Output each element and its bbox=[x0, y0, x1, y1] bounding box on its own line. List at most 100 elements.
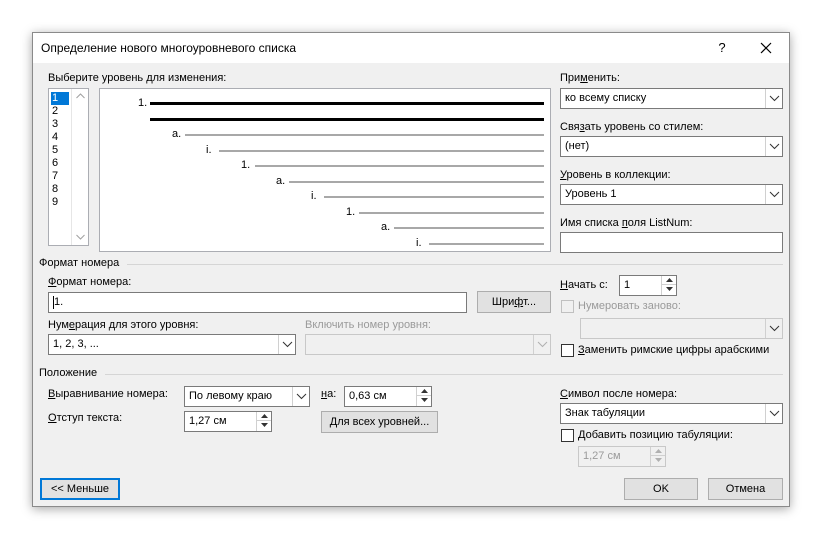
aligned-at-label: на: bbox=[321, 388, 337, 400]
spin-up-icon[interactable] bbox=[655, 449, 662, 453]
level-select-label: Выберите уровень для изменения: bbox=[48, 72, 227, 84]
preview-number: i. bbox=[311, 190, 317, 202]
spin-up-icon[interactable] bbox=[421, 389, 428, 393]
number-format-section: Формат номера bbox=[39, 257, 783, 271]
text-indent-value: 1,27 см bbox=[189, 415, 227, 427]
less-button[interactable]: << Меньше bbox=[40, 478, 120, 500]
level-item[interactable]: 2 bbox=[51, 105, 69, 118]
ok-button[interactable]: OK bbox=[624, 478, 698, 500]
apply-label: Применить: bbox=[560, 72, 620, 84]
preview-row bbox=[100, 113, 552, 125]
chevron-down-icon bbox=[769, 95, 780, 102]
scroll-up-icon[interactable] bbox=[76, 93, 85, 99]
aligned-at-input[interactable]: 0,63 см bbox=[344, 386, 432, 407]
preview-text-line bbox=[394, 227, 544, 229]
level-listbox[interactable]: 123456789 bbox=[48, 88, 89, 246]
font-button[interactable]: Шрифт... bbox=[477, 291, 551, 313]
spin-down-icon[interactable] bbox=[421, 398, 428, 402]
dialog-title: Определение нового многоуровневого списк… bbox=[41, 41, 297, 55]
preview-text-line bbox=[359, 211, 544, 214]
section-divider bbox=[127, 264, 783, 265]
multilevel-list-dialog: Определение нового многоуровневого списк… bbox=[32, 32, 790, 507]
spin-down-icon[interactable] bbox=[666, 287, 673, 291]
include-level-select[interactable] bbox=[305, 334, 551, 355]
level-item[interactable]: 6 bbox=[51, 157, 69, 170]
level-item[interactable]: 5 bbox=[51, 144, 69, 157]
level-item[interactable]: 1 bbox=[51, 92, 69, 105]
cancel-button[interactable]: Отмена bbox=[708, 478, 783, 500]
help-button[interactable]: ? bbox=[711, 37, 733, 59]
chevron-down-icon bbox=[282, 341, 293, 348]
start-at-spinner[interactable] bbox=[661, 276, 676, 295]
preview-text-line bbox=[219, 149, 544, 152]
level-item[interactable]: 8 bbox=[51, 183, 69, 196]
level-item[interactable]: 9 bbox=[51, 196, 69, 209]
link-style-select[interactable]: (нет) bbox=[560, 136, 783, 157]
spin-down-icon[interactable] bbox=[261, 423, 268, 427]
legal-style-checkbox[interactable] bbox=[561, 344, 574, 357]
alignment-label: Выравнивание номера: bbox=[48, 388, 168, 400]
preview-text-line bbox=[289, 180, 544, 183]
add-tab-label: Добавить позицию табуляции: bbox=[578, 429, 733, 441]
spin-up-icon[interactable] bbox=[261, 414, 268, 418]
level-item[interactable]: 4 bbox=[51, 131, 69, 144]
level-item[interactable]: 3 bbox=[51, 118, 69, 131]
apply-value: ко всему списку bbox=[565, 92, 647, 104]
follow-number-label: Символ после номера: bbox=[560, 388, 678, 400]
chevron-down-icon bbox=[296, 393, 307, 400]
text-indent-spinner[interactable] bbox=[256, 412, 271, 431]
start-at-input[interactable]: 1 bbox=[619, 275, 677, 296]
start-at-label: Начать с: bbox=[560, 279, 608, 291]
apply-select[interactable]: ко всему списку bbox=[560, 88, 783, 109]
preview-row: 1. bbox=[100, 206, 552, 218]
preview-number: a. bbox=[381, 221, 391, 233]
tab-position-input[interactable]: 1,27 см bbox=[578, 446, 666, 467]
position-section: Положение bbox=[39, 367, 783, 381]
format-input[interactable]: 1. bbox=[48, 292, 467, 313]
link-style-value: (нет) bbox=[565, 140, 590, 152]
restart-select[interactable] bbox=[580, 318, 783, 339]
spin-up-icon[interactable] bbox=[666, 278, 673, 282]
tab-position-spinner[interactable] bbox=[650, 447, 665, 466]
chevron-down-icon bbox=[769, 143, 780, 150]
title-bar: Определение нового многоуровневого списк… bbox=[33, 33, 789, 63]
add-tab-checkbox[interactable] bbox=[561, 429, 574, 442]
chevron-down-icon bbox=[769, 191, 780, 198]
follow-number-select[interactable]: Знак табуляции bbox=[560, 403, 783, 424]
text-indent-input[interactable]: 1,27 см bbox=[184, 411, 272, 432]
gallery-level-select[interactable]: Уровень 1 bbox=[560, 184, 783, 205]
legal-style-label: Заменить римские цифры арабскими bbox=[578, 344, 770, 356]
aligned-at-spinner[interactable] bbox=[416, 387, 431, 406]
level-item[interactable]: 7 bbox=[51, 170, 69, 183]
chevron-down-icon bbox=[769, 325, 780, 332]
preview-row: i. bbox=[100, 144, 552, 156]
listnum-input[interactable] bbox=[560, 232, 783, 253]
preview-number: 1. bbox=[346, 205, 356, 218]
preview-text-line bbox=[324, 196, 544, 198]
include-level-label: Включить номер уровня: bbox=[305, 319, 431, 331]
set-all-levels-button[interactable]: Для всех уровней... bbox=[321, 411, 438, 433]
link-style-label: Связать уровень со стилем: bbox=[560, 121, 704, 133]
number-style-select[interactable]: 1, 2, 3, ... bbox=[48, 334, 296, 355]
format-label: Формат номера: bbox=[48, 276, 132, 288]
start-at-value: 1 bbox=[624, 279, 631, 291]
alignment-select[interactable]: По левому краю bbox=[184, 386, 310, 407]
preview-row: a. bbox=[100, 128, 552, 140]
preview-text-line bbox=[150, 102, 544, 105]
gallery-level-value: Уровень 1 bbox=[565, 188, 617, 200]
preview-number: i. bbox=[416, 236, 422, 249]
preview-row: a. bbox=[100, 175, 552, 187]
listnum-label: Имя списка поля ListNum: bbox=[560, 217, 693, 229]
spin-down-icon[interactable] bbox=[655, 458, 662, 462]
scroll-down-icon[interactable] bbox=[76, 234, 85, 240]
tab-position-value: 1,27 см bbox=[583, 450, 621, 462]
preview-number: i. bbox=[206, 143, 212, 156]
close-icon bbox=[760, 42, 772, 54]
restart-checkbox[interactable] bbox=[561, 300, 574, 313]
close-button[interactable] bbox=[751, 37, 781, 59]
number-style-label: Нумерация для этого уровня: bbox=[48, 319, 199, 331]
text-indent-label: Отступ текста: bbox=[48, 412, 123, 424]
level-scrollbar[interactable] bbox=[71, 89, 88, 245]
preview-number: a. bbox=[276, 174, 286, 187]
preview-number: 1. bbox=[241, 159, 251, 171]
